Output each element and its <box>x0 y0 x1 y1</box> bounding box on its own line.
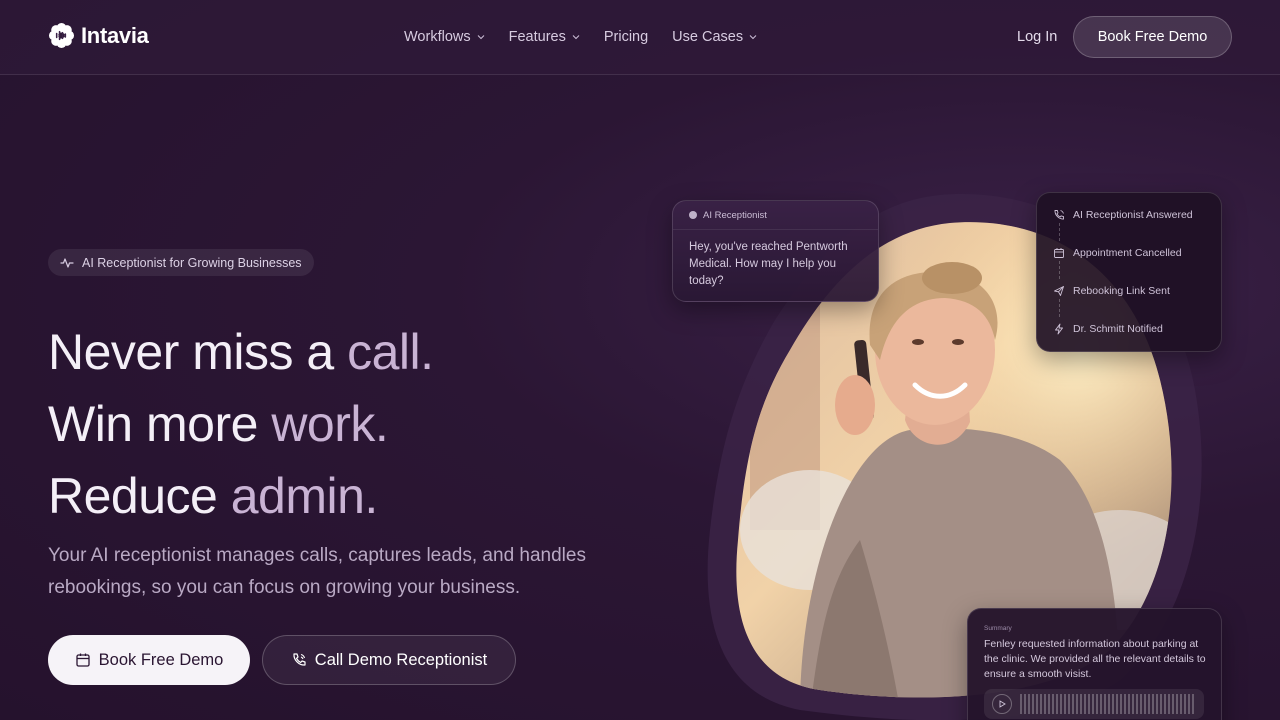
event-label: Dr. Schmitt Notified <box>1073 323 1163 335</box>
hero-badge-label: AI Receptionist for Growing Businesses <box>82 255 302 270</box>
event-label: AI Receptionist Answered <box>1073 209 1193 221</box>
nav-item-label: Use Cases <box>672 29 744 45</box>
headline-line-2: Win more work. <box>48 388 434 460</box>
phone-call-icon <box>293 653 306 666</box>
call-demo-button[interactable]: Call Demo Receptionist <box>262 635 516 685</box>
event-item: Rebooking Link Sent <box>1053 285 1170 297</box>
nav-item-use-cases[interactable]: Use Cases <box>672 29 757 45</box>
send-icon <box>1054 286 1064 296</box>
summary-text: Fenley requested information about parki… <box>984 638 1206 680</box>
book-demo-button-nav[interactable]: Book Free Demo <box>1073 16 1232 58</box>
nav-item-pricing[interactable]: Pricing <box>604 29 648 45</box>
chevron-down-icon <box>749 35 757 40</box>
headline-accent: admin. <box>230 468 379 524</box>
phone-icon <box>1054 210 1064 220</box>
nav-item-label: Features <box>508 29 566 45</box>
hero-badge: AI Receptionist for Growing Businesses <box>48 249 314 276</box>
hero-headline: Never miss a call. Win more work. Reduce… <box>48 316 434 532</box>
call-events-card: AI Receptionist Answered Appointment Can… <box>1036 192 1222 352</box>
nav-item-label: Workflows <box>404 29 471 45</box>
audio-waveform <box>1020 694 1196 714</box>
timeline-connector <box>1059 261 1060 279</box>
top-nav: Intavia Workflows Features Pricing Use C… <box>0 0 1280 75</box>
chat-message: Hey, you've reached Pentworth Medical. H… <box>689 241 848 287</box>
flower-logo-icon <box>48 22 75 49</box>
status-dot-icon <box>689 211 697 219</box>
timeline-connector <box>1059 223 1060 241</box>
ai-receptionist-chat-card: AI Receptionist Hey, you've reached Pent… <box>672 200 879 302</box>
headline-text: Win more <box>48 396 272 452</box>
event-label: Rebooking Link Sent <box>1073 285 1170 297</box>
headline-text: Reduce <box>48 468 231 524</box>
bolt-icon <box>1055 323 1063 335</box>
nav-item-features[interactable]: Features <box>509 29 580 45</box>
brand-logo[interactable]: Intavia <box>48 22 149 49</box>
calendar-icon <box>1054 248 1064 258</box>
call-summary-card: Summary Fenley requested information abo… <box>967 608 1222 720</box>
calendar-icon <box>75 653 90 667</box>
headline-accent: call. <box>347 324 434 380</box>
play-icon <box>999 700 1006 708</box>
timeline-connector <box>1059 299 1060 317</box>
event-item: Appointment Cancelled <box>1053 247 1182 259</box>
event-item: Dr. Schmitt Notified <box>1053 323 1163 335</box>
headline-line-1: Never miss a call. <box>48 316 434 388</box>
main-menu: Workflows Features Pricing Use Cases <box>404 29 757 45</box>
summary-label: Summary <box>984 625 1012 632</box>
brand-name: Intavia <box>81 22 149 48</box>
call-recording-player <box>984 689 1204 719</box>
event-label: Appointment Cancelled <box>1073 247 1182 259</box>
headline-accent: work. <box>271 396 389 452</box>
chevron-down-icon <box>572 35 580 40</box>
play-button[interactable] <box>992 694 1012 714</box>
nav-item-label: Pricing <box>603 29 649 45</box>
headline-text: Never miss a <box>48 324 348 380</box>
nav-item-workflows[interactable]: Workflows <box>404 29 485 45</box>
chat-card-header: AI Receptionist <box>673 201 878 230</box>
headline-line-3: Reduce admin. <box>48 460 434 532</box>
call-demo-label: Call Demo Receptionist <box>314 650 488 669</box>
login-link[interactable]: Log In <box>1017 29 1057 45</box>
book-demo-button[interactable]: Book Free Demo <box>48 635 250 685</box>
event-item: AI Receptionist Answered <box>1053 209 1193 221</box>
chat-card-title: AI Receptionist <box>703 209 767 221</box>
hero-subheadline: Your AI receptionist manages calls, capt… <box>48 545 586 598</box>
book-demo-label: Book Free Demo <box>98 650 224 669</box>
pulse-icon <box>60 257 74 268</box>
chevron-down-icon <box>477 35 484 40</box>
